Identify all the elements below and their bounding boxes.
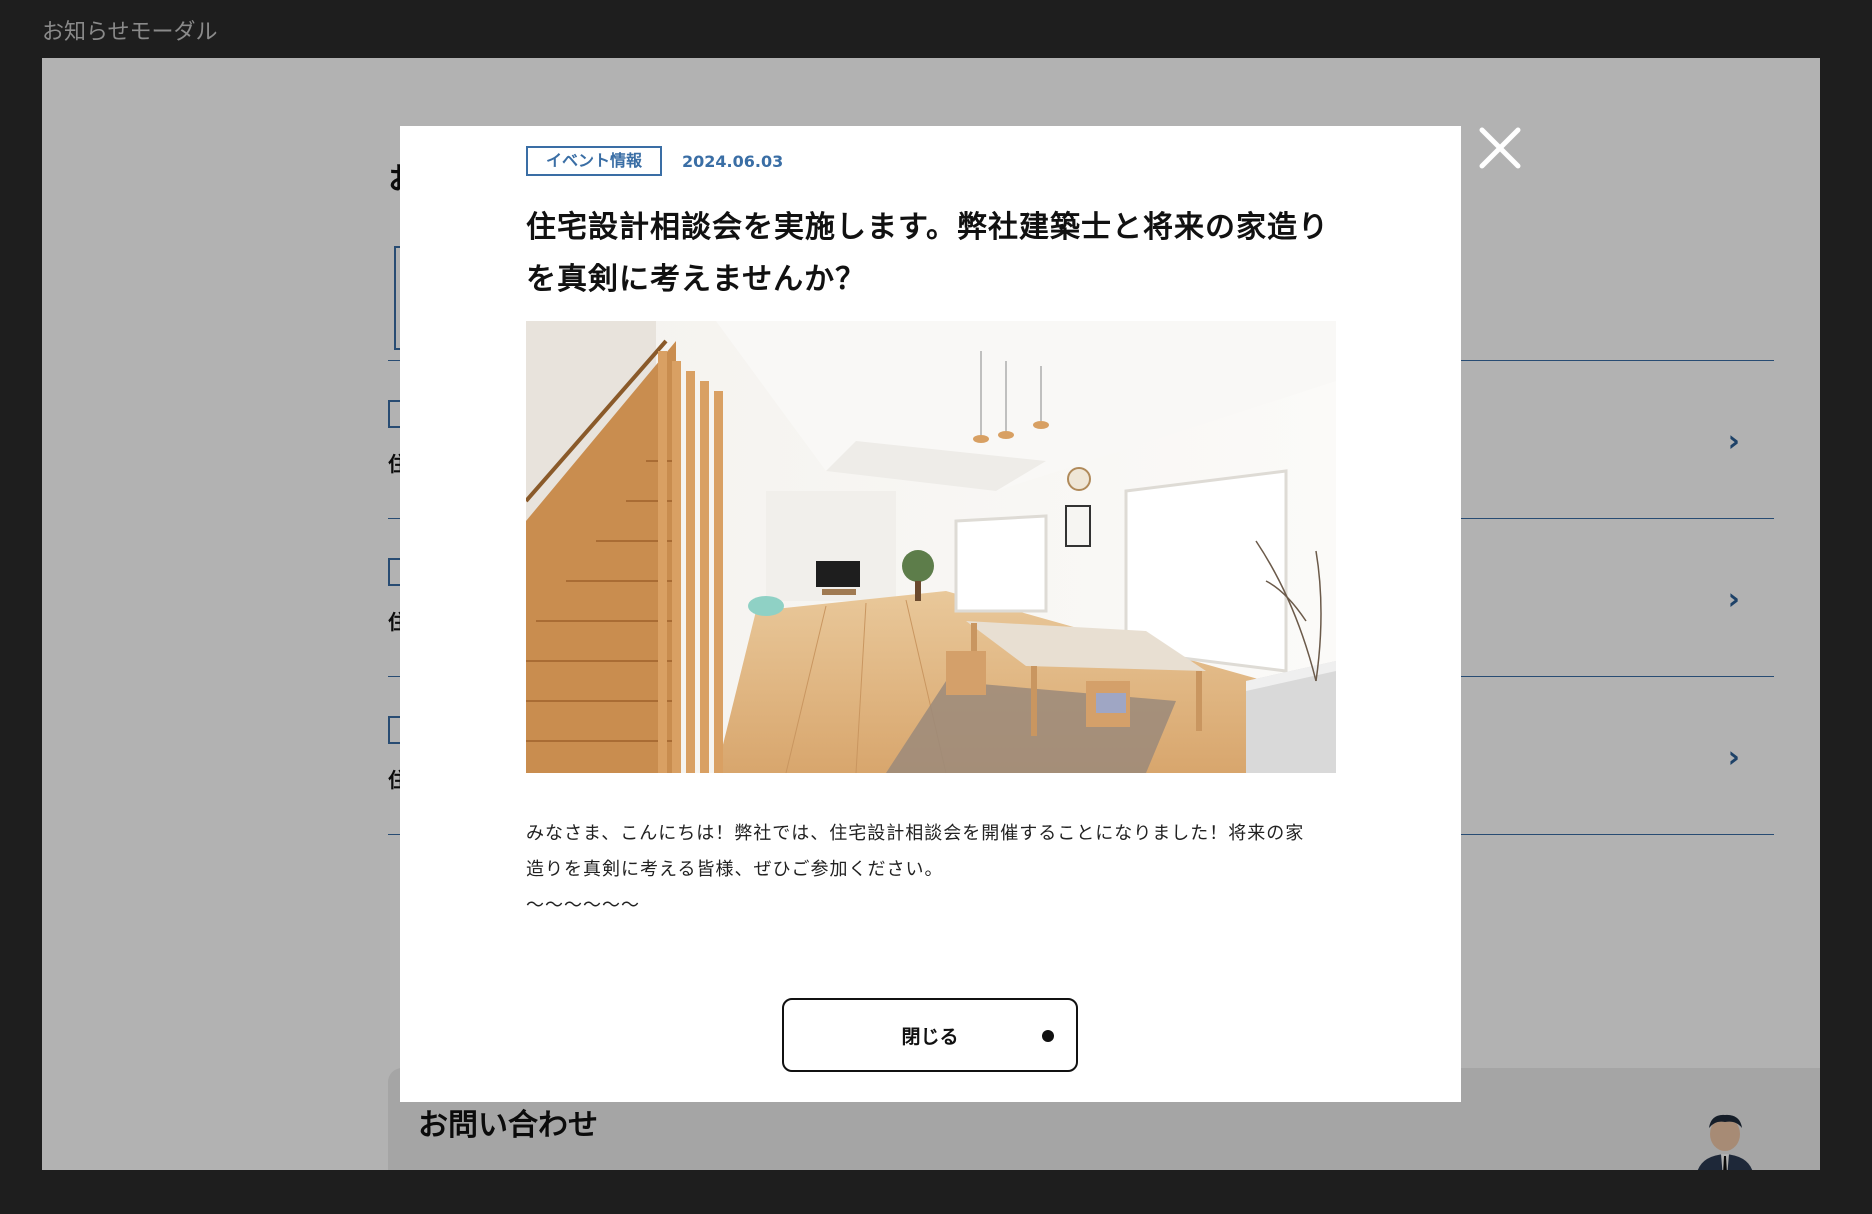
interior-photo xyxy=(526,321,1336,773)
close-button[interactable]: 閉じる xyxy=(782,998,1078,1072)
body-line: みなさま、こんにちは！弊社では、住宅設計相談会を開催することになりました！将来の… xyxy=(526,823,1305,844)
frame-label: お知らせモーダル xyxy=(42,20,218,45)
modal-body: みなさま、こんにちは！弊社では、住宅設計相談会を開催することになりました！将来の… xyxy=(526,816,1336,924)
modal-meta: イベント情報 2024.06.03 xyxy=(526,146,783,176)
news-modal: イベント情報 2024.06.03 住宅設計相談会を実施します。弊社建築士と将来… xyxy=(400,126,1461,1102)
post-date: 2024.06.03 xyxy=(682,151,784,171)
category-badge: イベント情報 xyxy=(526,146,663,176)
modal-title: 住宅設計相談会を実施します。弊社建築士と将来の家造りを真剣に考えませんか？ xyxy=(526,210,1329,297)
close-icon[interactable] xyxy=(1476,124,1524,172)
dot-icon xyxy=(1042,1030,1054,1042)
body-line: 〜〜〜〜〜〜 xyxy=(526,895,640,916)
body-line: 造りを真剣に考える皆様、ぜひご参加ください。 xyxy=(526,859,944,880)
close-button-label: 閉じる xyxy=(901,1026,959,1048)
